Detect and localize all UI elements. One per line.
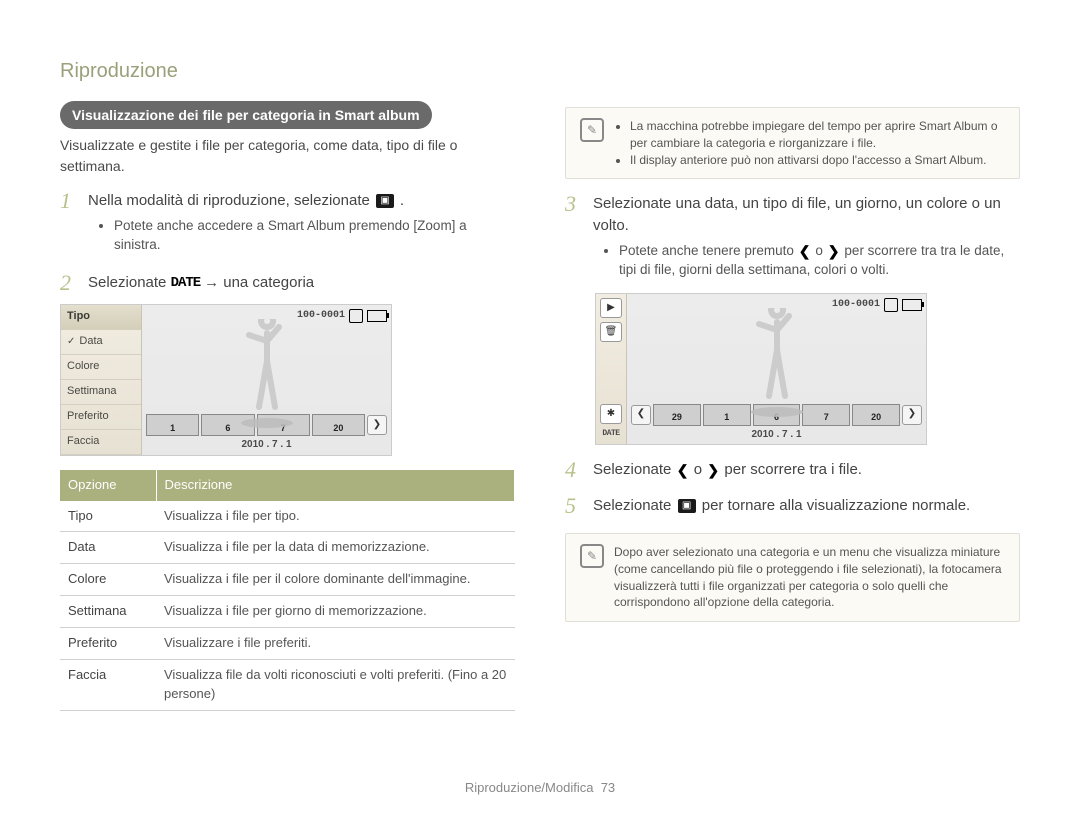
note-icon: ✎ [580, 544, 604, 568]
play-mode-icon: ▣ [376, 194, 394, 208]
film-prev-button[interactable]: ❮ [631, 405, 651, 425]
step-3-text: Selezionate una data, un tipo di file, u… [593, 193, 1020, 237]
step-number: 3 [565, 193, 583, 283]
step-3: 3 Selezionate una data, un tipo di file,… [565, 193, 1020, 283]
table-row: FacciaVisualizza file da volti riconosci… [60, 659, 515, 710]
film-next-button[interactable]: ❯ [902, 405, 922, 425]
cam1-side-faccia[interactable]: Faccia [61, 430, 141, 455]
step-5: 5 Selezionate ▣ per tornare alla visuali… [565, 495, 1020, 517]
step-2: 2 Selezionate DATE → una categoria [60, 272, 515, 294]
film-next-button[interactable]: ❯ [367, 415, 387, 435]
film-frame[interactable]: 1 [146, 414, 199, 436]
step-1: 1 Nella modalità di riproduzione, selezi… [60, 190, 515, 258]
left-arrow-icon: ❮ [676, 463, 690, 477]
step-5-text-a: Selezionate [593, 497, 676, 514]
section-title: Riproduzione [60, 60, 1020, 83]
table-row: TipoVisualizza i file per tipo. [60, 501, 515, 532]
cam1-side-settimana[interactable]: Settimana [61, 380, 141, 405]
date-glyph-icon: DATE [171, 275, 201, 291]
options-table: Opzione Descrizione TipoVisualizza i fil… [60, 470, 515, 711]
cam2-status: 100-0001 [832, 298, 922, 313]
step-1-bullet: Potete anche accedere a Smart Album prem… [114, 216, 515, 255]
info2-text: Dopo aver selezionato una categoria e un… [614, 544, 1005, 611]
film-frame[interactable]: 20 [312, 414, 365, 436]
cam1-side-preferito[interactable]: Preferito [61, 405, 141, 430]
date-label-icon: DATE [602, 428, 619, 440]
cam1-sidebar: Tipo ✓Data Colore Settimana Preferito Fa… [61, 305, 142, 455]
left-column: Visualizzazione dei file per categoria i… [60, 101, 515, 711]
table-row: SettimanaVisualizza i file per giorno di… [60, 596, 515, 628]
cam2-date: 2010 . 7 . 1 [631, 428, 922, 443]
trash-icon[interactable]: 🗑 [600, 322, 622, 342]
step-number: 2 [60, 272, 78, 294]
film-frame[interactable]: 1 [703, 404, 751, 426]
table-header-descrizione: Descrizione [156, 470, 515, 501]
step-1-text-a: Nella modalità di riproduzione, selezion… [88, 192, 374, 209]
cam1-side-tipo[interactable]: Tipo [61, 305, 141, 330]
step-4-text-b: per scorrere tra i file. [724, 461, 862, 478]
info1-line2: Il display anteriore può non attivarsi d… [630, 152, 1005, 169]
step-1-text-b: . [400, 192, 404, 209]
page-footer: Riproduzione/Modifica 73 [0, 780, 1080, 795]
film-frame[interactable]: 7 [802, 404, 850, 426]
step-4: 4 Selezionate ❮ o ❯ per scorrere tra i f… [565, 459, 1020, 481]
info-box-bottom: ✎ Dopo aver selezionato una categoria e … [565, 533, 1020, 622]
step-number: 5 [565, 495, 583, 517]
info1-line1: La macchina potrebbe impiegare del tempo… [630, 118, 1005, 152]
cam1-status: 100-0001 [297, 309, 387, 324]
step-number: 1 [60, 190, 78, 258]
table-row: DataVisualizza i file per la data di mem… [60, 532, 515, 564]
aperture-icon[interactable]: ✱ [600, 404, 622, 424]
info-box-top: ✎ La macchina potrebbe impiegare del tem… [565, 107, 1020, 179]
right-column: ✎ La macchina potrebbe impiegare del tem… [565, 101, 1020, 711]
note-icon: ✎ [580, 118, 604, 142]
subsection-pill: Visualizzazione dei file per categoria i… [60, 101, 432, 129]
right-arrow-icon: ❯ [827, 244, 841, 258]
step-4-text-mid: o [694, 461, 707, 478]
person-silhouette-icon [237, 319, 297, 429]
step-number: 4 [565, 459, 583, 481]
table-row: PreferitoVisualizzare i file preferiti. [60, 627, 515, 659]
film-frame[interactable]: 29 [653, 404, 701, 426]
camera-screenshot-2: ▶ 🗑 ✱ DATE 100-0001 [595, 293, 927, 445]
cam1-side-colore[interactable]: Colore [61, 355, 141, 380]
person-silhouette-icon [747, 308, 807, 418]
cam1-side-data[interactable]: ✓Data [61, 330, 141, 355]
step-3-bullet: Potete anche tenere premuto ❮ o ❯ per sc… [619, 241, 1020, 280]
intro-text: Visualizzate e gestite i file per catego… [60, 135, 515, 176]
film-frame[interactable]: 20 [852, 404, 900, 426]
table-header-opzione: Opzione [60, 470, 156, 501]
cam1-date: 2010 . 7 . 1 [146, 438, 387, 453]
camera-screenshot-1: Tipo ✓Data Colore Settimana Preferito Fa… [60, 304, 392, 456]
left-arrow-icon: ❮ [798, 244, 812, 258]
step-2-text-b: → una categoria [204, 274, 314, 291]
cam2-toolbar: ▶ 🗑 ✱ DATE [596, 294, 627, 444]
playback-icon[interactable]: ▶ [600, 298, 622, 318]
step-4-text-a: Selezionate [593, 461, 676, 478]
play-mode-icon: ▣ [678, 499, 696, 513]
table-row: ColoreVisualizza i file per il colore do… [60, 564, 515, 596]
check-icon: ✓ [67, 335, 75, 350]
right-arrow-icon: ❯ [706, 463, 720, 477]
step-5-text-b: per tornare alla visualizzazione normale… [702, 497, 970, 514]
step-2-text-a: Selezionate [88, 274, 171, 291]
